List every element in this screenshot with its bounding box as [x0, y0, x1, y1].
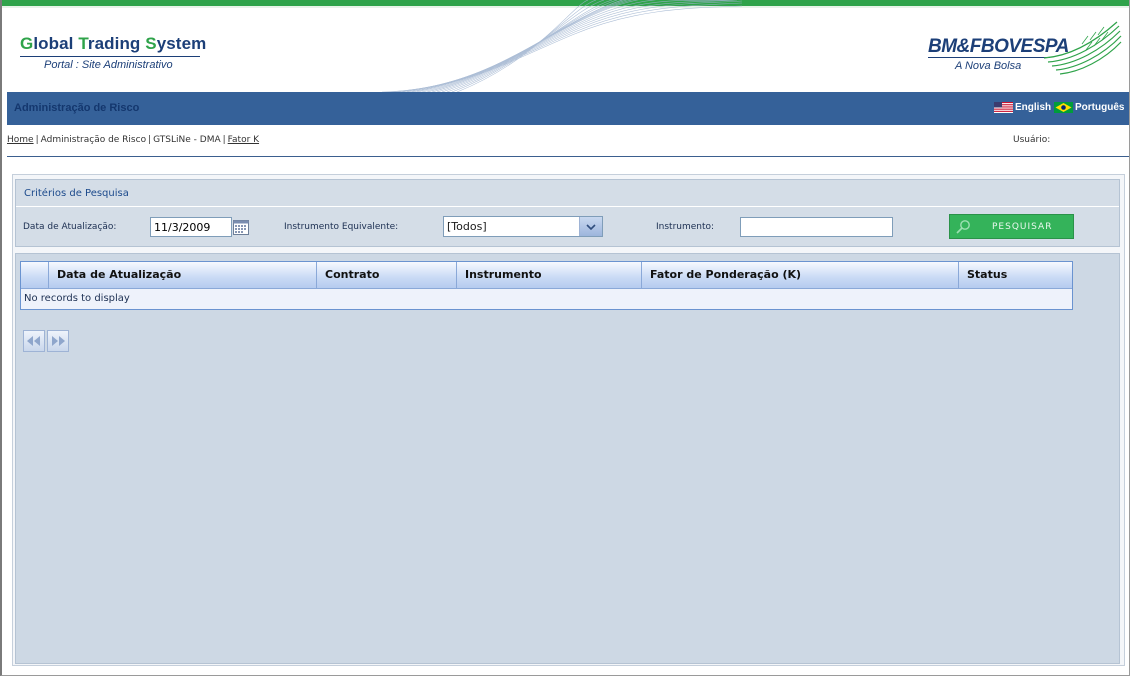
grid-header: Data de Atualização Contrato Instrumento…	[21, 262, 1072, 289]
search-criteria-panel: Critérios de Pesquisa Data de Atualizaçã…	[15, 179, 1120, 247]
calendar-icon[interactable]	[233, 219, 249, 235]
title-word-system: ystem	[156, 34, 207, 53]
results-panel	[15, 253, 1120, 664]
breadcrumb-item-administracao-de-risco: Administração de Risco	[40, 135, 147, 145]
double-chevron-right-icon	[52, 336, 65, 346]
search-button-label: PESQUISAR	[992, 222, 1053, 232]
date-label: Data de Atualização:	[23, 222, 117, 232]
brazil-flag-icon	[1054, 102, 1073, 113]
breadcrumb-home-link[interactable]: Home	[7, 135, 34, 145]
breadcrumb-separator: |	[35, 135, 39, 145]
app-title: Global Trading System	[20, 34, 206, 54]
search-icon	[956, 220, 970, 234]
search-criteria-title: Critérios de Pesquisa	[24, 188, 129, 199]
title-letter-s: S	[145, 34, 157, 53]
results-grid: Data de Atualização Contrato Instrumento…	[20, 261, 1073, 310]
grid-header-instrumento[interactable]: Instrumento	[457, 262, 642, 288]
breadcrumb: Home | Administração de Risco | GTSLiNe - DM…	[7, 135, 259, 145]
instrumento-equivalente-select[interactable]: [Todos]	[443, 216, 603, 237]
next-page-button[interactable]	[47, 330, 69, 352]
instrumento-field[interactable]	[740, 217, 893, 237]
dropdown-arrow[interactable]	[579, 217, 602, 236]
instrumento-equivalente-label: Instrumento Equivalente:	[284, 222, 399, 232]
grid-header-select[interactable]	[21, 262, 49, 288]
user-label: Usuário:	[1013, 135, 1051, 145]
brand-underline	[928, 57, 1050, 58]
section-title: Administração de Risco	[14, 102, 140, 114]
title-letter-t: T	[78, 34, 88, 53]
breadcrumb-divider	[7, 156, 1129, 157]
language-english-label: English	[1015, 102, 1052, 113]
date-field[interactable]	[150, 217, 232, 237]
bmfbovespa-logo-icon	[1043, 21, 1122, 75]
grid-header-data-atualizacao[interactable]: Data de Atualização	[49, 262, 317, 288]
us-flag-icon	[994, 102, 1013, 113]
language-portugues-label: Português	[1075, 102, 1125, 113]
title-word-trading: rading	[87, 34, 146, 53]
breadcrumb-item-gtsline-dma: GTSLiNe - DMA	[153, 135, 221, 145]
double-chevron-left-icon	[27, 336, 40, 346]
title-word-global: lobal	[33, 34, 79, 53]
search-criteria-divider	[16, 206, 1119, 207]
title-underline	[20, 56, 200, 57]
chevron-down-icon	[586, 224, 596, 231]
section-title-bar: Administração de Risco English Português	[7, 92, 1129, 125]
app-subtitle: Portal : Site Administrativo	[44, 59, 173, 71]
grid-header-status[interactable]: Status	[959, 262, 1072, 288]
search-button[interactable]: PESQUISAR	[949, 214, 1074, 239]
breadcrumb-separator: |	[222, 135, 226, 145]
previous-page-button[interactable]	[23, 330, 45, 352]
language-english-link[interactable]: English	[994, 102, 1051, 113]
page-header: Global Trading System Portal : Site Admi…	[2, 0, 1129, 92]
grid-empty-message: No records to display	[24, 293, 130, 304]
grid-header-contrato[interactable]: Contrato	[317, 262, 457, 288]
instrumento-label: Instrumento:	[656, 222, 715, 232]
language-portugues-link[interactable]: Português	[1054, 102, 1124, 113]
instrumento-equivalente-value: [Todos]	[447, 220, 487, 233]
grid-header-fator-ponderacao[interactable]: Fator de Ponderação (K)	[642, 262, 959, 288]
title-letter-g: G	[20, 34, 34, 53]
breadcrumb-fator-k-link[interactable]: Fator K	[228, 135, 259, 145]
decorative-waves-graphic	[382, 0, 742, 92]
brand-tagline: A Nova Bolsa	[955, 60, 1022, 72]
